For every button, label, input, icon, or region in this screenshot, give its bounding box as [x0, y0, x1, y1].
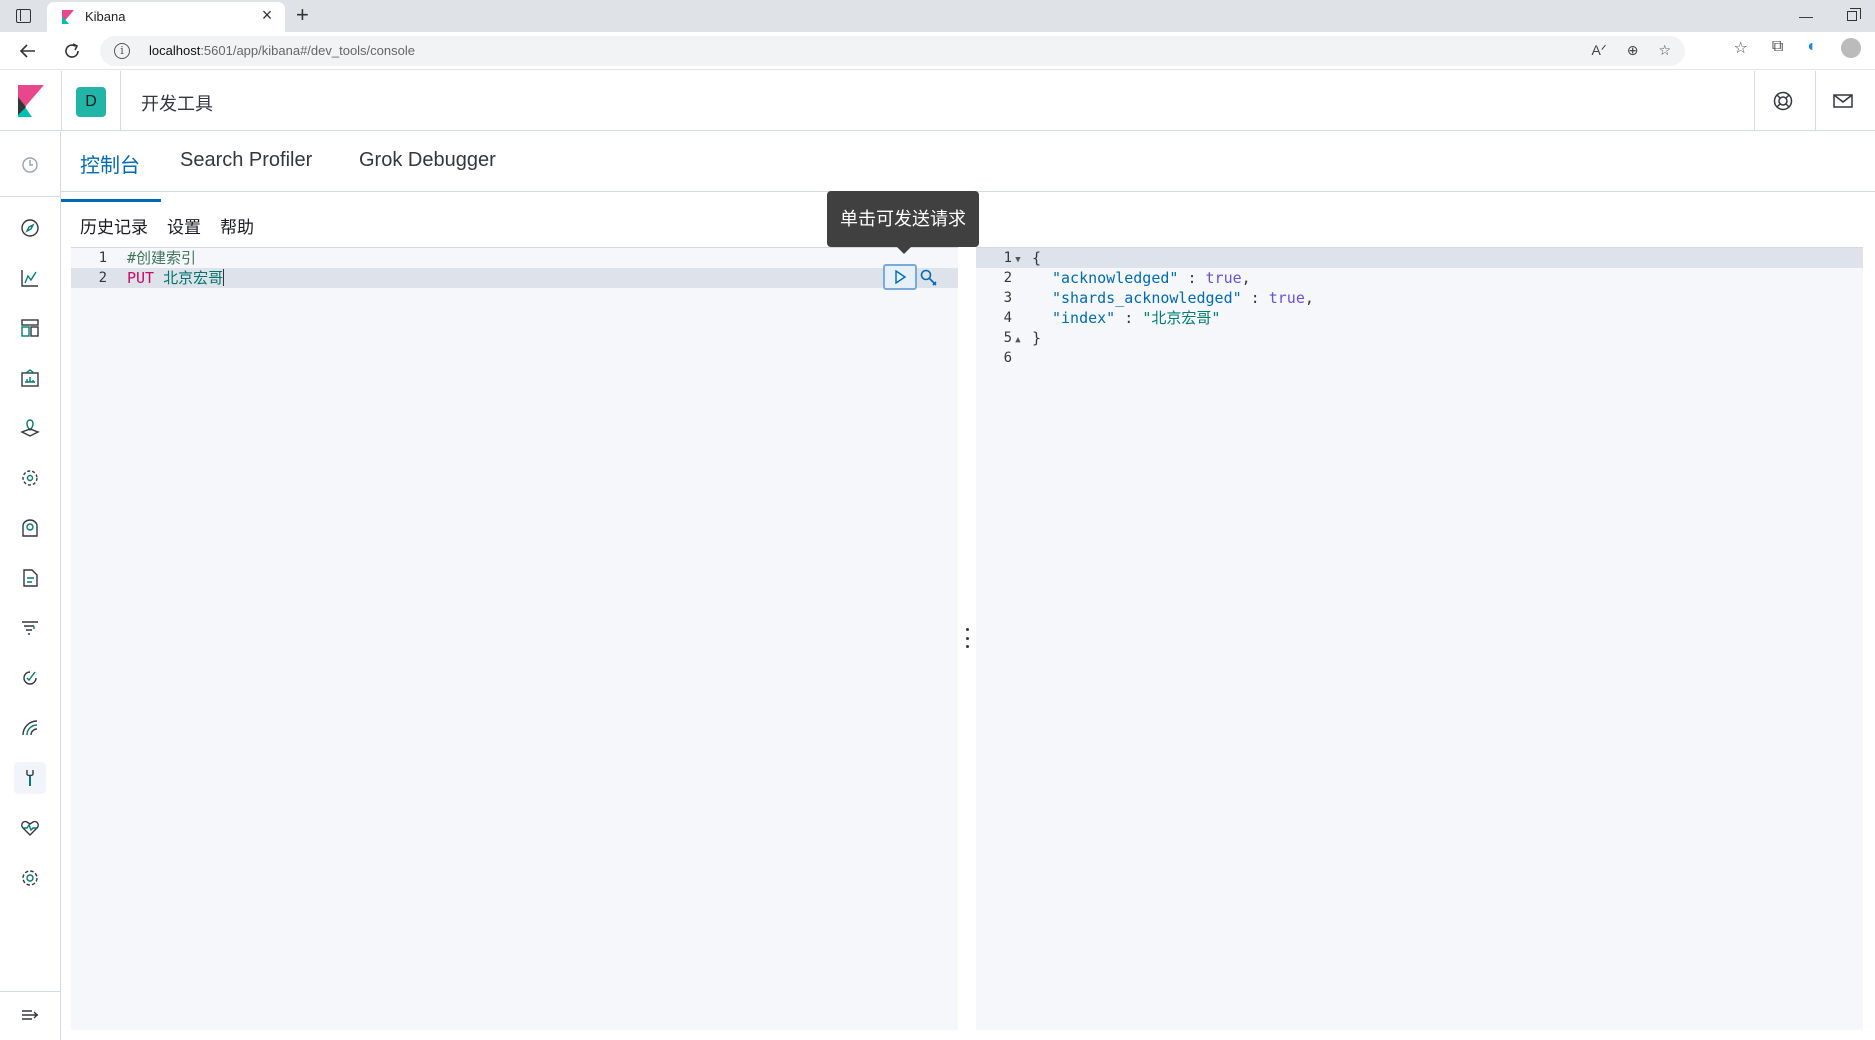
address-bar[interactable]: i localhost:5601/app/kibana#/dev_tools/c…: [100, 36, 1685, 66]
maps-icon[interactable]: [14, 412, 46, 444]
new-tab-icon[interactable]: +: [296, 2, 309, 28]
settings-link[interactable]: 设置: [167, 213, 201, 238]
uptime-icon[interactable]: [14, 662, 46, 694]
recent-icon[interactable]: [14, 149, 46, 181]
close-tab-icon[interactable]: ×: [257, 5, 277, 26]
browser-nav-bar: i localhost:5601/app/kibana#/dev_tools/c…: [0, 32, 1875, 70]
line-number: 4: [1003, 310, 1012, 326]
browser-tab-title: Kibana: [85, 9, 126, 24]
console-menu: 历史记录 设置 帮助: [80, 213, 254, 238]
collapse-icon[interactable]: [14, 999, 46, 1031]
canvas-icon[interactable]: [14, 362, 46, 394]
screen: Kibana × + — i localhost:5601/app/kibana…: [0, 0, 1875, 1040]
request-url: 北京宏哥: [163, 269, 224, 287]
code-line: {: [1028, 248, 1863, 268]
tab-actions-icon[interactable]: [16, 9, 31, 23]
kibana-header: D 开发工具: [0, 71, 1875, 131]
minimize-icon[interactable]: —: [1783, 0, 1829, 32]
logs-icon[interactable]: [14, 562, 46, 594]
dashboard-icon[interactable]: [14, 312, 46, 344]
line-number: 1: [98, 250, 107, 266]
newsfeed-mail-icon[interactable]: [1831, 89, 1855, 113]
code-line: }: [1032, 329, 1042, 347]
fold-down-icon[interactable]: ▼: [1012, 250, 1024, 270]
code-line: "acknowledged" : true,: [1052, 269, 1251, 287]
apm-icon[interactable]: [14, 612, 46, 644]
fold-up-icon[interactable]: ▲: [1012, 330, 1024, 350]
restore-icon[interactable]: [1829, 0, 1875, 32]
pane-resizer-handle[interactable]: [962, 628, 972, 648]
response-editor: 1 ▼ 2 3 4 5 ▲ 6 { "acknowledged" : true, "…: [976, 247, 1863, 1030]
kibana-logo-icon[interactable]: [18, 85, 44, 117]
line-number: 3: [1003, 290, 1012, 306]
back-icon[interactable]: [16, 39, 40, 63]
collections-icon[interactable]: ⧉: [1772, 38, 1783, 58]
line-number: 1 ▼: [976, 248, 1028, 268]
infrastructure-icon[interactable]: [14, 512, 46, 544]
send-request-tooltip: 单击可发送请求: [827, 191, 979, 254]
add-favorite-icon[interactable]: ☆: [1658, 42, 1671, 59]
tab-console[interactable]: 控制台: [61, 149, 161, 202]
tab-grok-debugger[interactable]: Grok Debugger: [359, 149, 496, 172]
request-comment: #创建索引: [127, 249, 197, 267]
send-request-button[interactable]: [883, 264, 917, 290]
code-line: PUT 北京宏哥: [123, 268, 958, 288]
line-number: 6: [1003, 350, 1012, 366]
help-icon[interactable]: [1771, 89, 1795, 113]
space-avatar[interactable]: D: [76, 87, 106, 117]
url-text: localhost:5601/app/kibana#/dev_tools/con…: [149, 43, 415, 58]
play-icon: [895, 270, 907, 284]
request-method: PUT: [127, 269, 155, 287]
reload-icon[interactable]: [60, 39, 84, 63]
visualize-icon[interactable]: [14, 262, 46, 294]
request-code[interactable]: #创建索引 PUT 北京宏哥: [123, 248, 958, 1030]
request-editor[interactable]: 1 2 #创建索引 PUT 北京宏哥: [71, 247, 958, 1030]
kibana-favicon-icon: [62, 10, 74, 24]
management-icon[interactable]: [14, 862, 46, 894]
tab-search-profiler[interactable]: Search Profiler: [180, 149, 312, 172]
breadcrumb: 开发工具: [141, 94, 213, 114]
edge-icon[interactable]: ◐: [1807, 38, 1817, 58]
read-aloud-icon[interactable]: A͏ᐟ: [1591, 42, 1606, 59]
wrench-icon[interactable]: [918, 267, 940, 289]
browser-tab-bar: Kibana × + —: [0, 0, 1875, 32]
response-gutter: 1 ▼ 2 3 4 5 ▲ 6: [976, 248, 1028, 1030]
help-link[interactable]: 帮助: [220, 213, 254, 238]
favorites-icon[interactable]: ☆: [1734, 38, 1748, 58]
site-info-icon[interactable]: i: [114, 43, 130, 59]
monitoring-icon[interactable]: [14, 812, 46, 844]
side-nav: [0, 132, 61, 1040]
profile-avatar[interactable]: [1841, 38, 1861, 58]
line-number: 2: [1003, 270, 1012, 286]
zoom-icon[interactable]: ⊕: [1627, 42, 1639, 59]
dev-tools-tabs: 控制台 Search Profiler Grok Debugger: [61, 132, 1875, 202]
response-code: { "acknowledged" : true, "shards_acknowl…: [1028, 248, 1863, 1030]
dev-tools-icon[interactable]: [14, 762, 46, 794]
code-line: "index" : "北京宏哥": [1052, 309, 1221, 327]
history-link[interactable]: 历史记录: [80, 213, 148, 238]
request-gutter: 1 2: [71, 248, 123, 1030]
browser-tab[interactable]: Kibana ×: [47, 2, 285, 32]
discover-icon[interactable]: [14, 212, 46, 244]
siem-icon[interactable]: [14, 712, 46, 744]
line-number: 2: [71, 268, 123, 288]
code-line: #创建索引: [123, 248, 958, 268]
ml-icon[interactable]: [14, 462, 46, 494]
code-line: "shards_acknowledged" : true,: [1052, 289, 1314, 307]
line-number: 5 ▲: [976, 328, 1028, 348]
